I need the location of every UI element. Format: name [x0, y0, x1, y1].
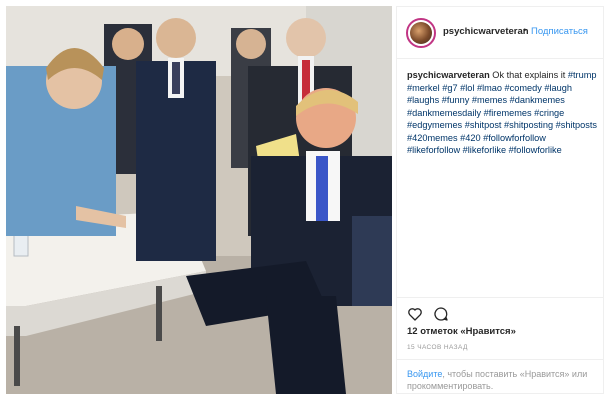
post-photo-illustration: [6, 6, 392, 394]
post-timestamp[interactable]: 15 ЧАСОВ НАЗАД: [407, 344, 468, 351]
username-link[interactable]: psychicwarveteran: [443, 26, 529, 37]
avatar[interactable]: [406, 18, 436, 48]
comment-login-bar: Войдите, чтобы поставить «Нравится» или …: [397, 359, 603, 393]
login-link[interactable]: Войдите: [407, 369, 442, 379]
comment-icon[interactable]: [433, 306, 449, 322]
instagram-post-embed: psychicwarveteran • Подписаться psychicw…: [0, 0, 610, 400]
post-caption: psychicwarveteran Ok that explains it #t…: [407, 69, 599, 157]
heart-icon[interactable]: [407, 306, 423, 322]
caption-hashtags[interactable]: #trump #merkel #g7 #lol #lmao #comedy #l…: [407, 70, 597, 155]
login-prompt: Войдите, чтобы поставить «Нравится» или …: [407, 368, 603, 392]
likes-count[interactable]: 12 отметок «Нравится»: [407, 326, 516, 337]
post-side-panel: psychicwarveteran • Подписаться psychicw…: [396, 6, 604, 394]
separator-dot: •: [523, 25, 527, 36]
post-header: psychicwarveteran • Подписаться: [397, 7, 603, 59]
caption-username[interactable]: psychicwarveteran: [407, 70, 490, 80]
follow-button[interactable]: Подписаться: [531, 26, 588, 37]
post-photo[interactable]: [6, 6, 392, 394]
post-actions: [397, 297, 603, 325]
caption-text: Ok that explains it: [492, 70, 566, 80]
